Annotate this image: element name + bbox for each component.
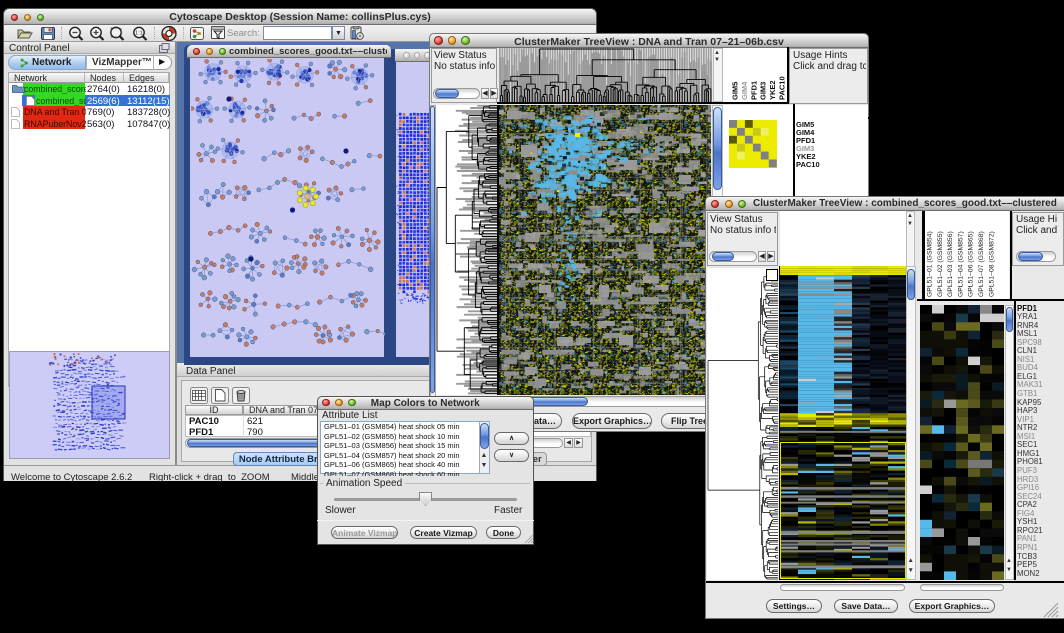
svg-text:GIM3: GIM3 [758,82,767,100]
svg-text:GPL51–07 (GSM868): GPL51–07 (GSM868) [978,231,985,297]
svg-text:YKE2: YKE2 [768,80,777,100]
svg-text:PFD1: PFD1 [749,81,758,100]
svg-text:GPL51–01 (GSM854): GPL51–01 (GSM854) [926,231,933,297]
svg-text:GPL51–04 (GSM857): GPL51–04 (GSM857) [957,231,964,297]
svg-text:PAC10: PAC10 [777,76,786,100]
svg-text:GPL51–08 (GSM872): GPL51–08 (GSM872) [988,231,995,297]
svg-text:GPL51–06 (GSM865): GPL51–06 (GSM865) [967,231,974,297]
svg-text:GIM5: GIM5 [730,82,739,100]
svg-text:GPL51–02 (GSM855): GPL51–02 (GSM855) [936,231,943,297]
svg-text:GPL51–03 (GSM856): GPL51–03 (GSM856) [947,231,954,297]
svg-text:GIM4: GIM4 [739,81,748,100]
svg-text:1:1: 1:1 [135,31,143,37]
